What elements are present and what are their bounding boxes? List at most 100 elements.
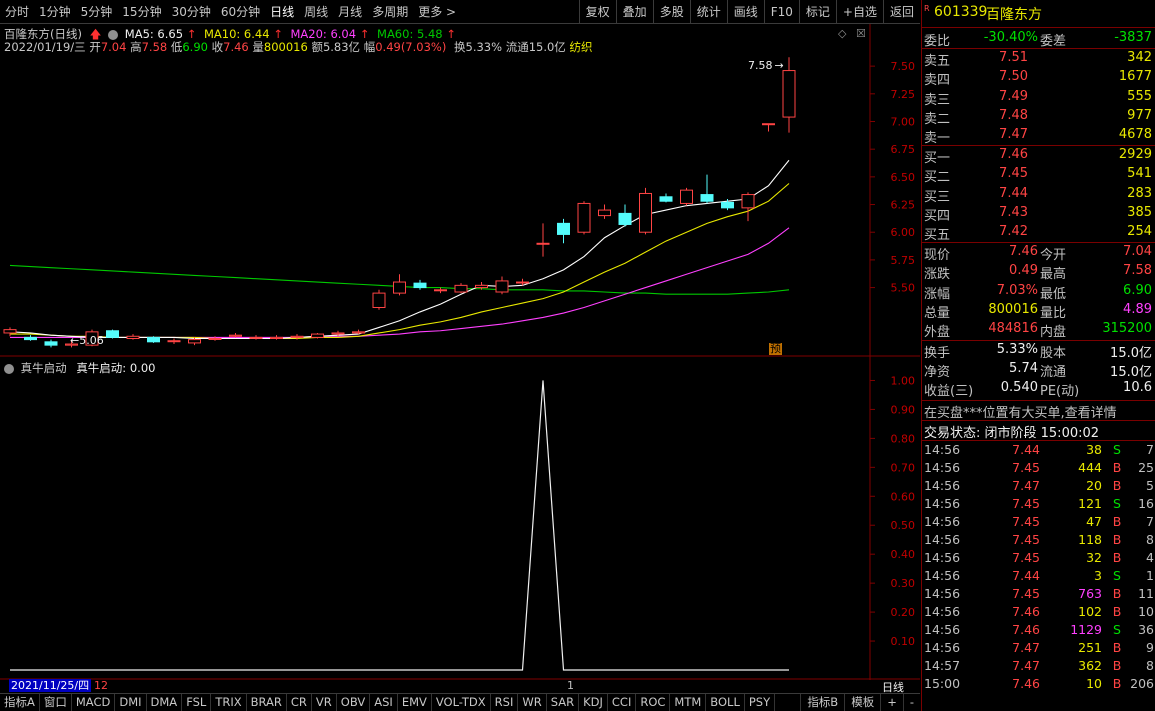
indicator-tab[interactable]: DMI — [115, 694, 147, 711]
tick-side: B — [1112, 586, 1122, 601]
candle-body — [249, 336, 263, 339]
period-tab[interactable]: 30分钟 — [167, 3, 216, 20]
bid-label: 买二 — [924, 170, 951, 186]
quote-label: 量比 — [1040, 305, 1067, 321]
chart-collapse-icon[interactable]: ◇ — [838, 27, 846, 40]
yu-badge[interactable]: 预 — [769, 343, 782, 355]
fund-label: 收益(三) — [924, 384, 974, 399]
candle — [659, 193, 673, 203]
period-tab[interactable]: 5分钟 — [76, 3, 118, 20]
toolbar-button[interactable]: +自选 — [835, 0, 883, 24]
indicator-tab[interactable]: ASI — [370, 694, 398, 711]
toolbar-button[interactable]: 画线 — [726, 0, 764, 24]
toolbar-button[interactable]: 统计 — [689, 0, 727, 24]
tick-volume: 444 — [1078, 460, 1102, 475]
bid-label: 买三 — [924, 189, 951, 205]
price-tick-label: 6.75 — [891, 143, 916, 156]
quote-label: 外盘 — [924, 325, 951, 341]
indicator-tab-right[interactable]: - — [902, 694, 920, 711]
ask-row[interactable]: 卖四 7.50 1677 — [922, 69, 1155, 88]
candle-body — [434, 289, 447, 292]
stock-name: 百隆东方 — [986, 7, 1042, 23]
notice-text[interactable]: 在买盘***位置有大买单,查看详情 — [924, 402, 1117, 421]
indicator-tab[interactable]: CCI — [608, 694, 637, 711]
indicator-tab[interactable]: TRIX — [211, 694, 247, 711]
toolbar-button[interactable]: 多股 — [652, 0, 690, 24]
quote-value: 315200 — [1102, 321, 1152, 337]
period-tab[interactable]: 1分钟 — [34, 3, 76, 20]
tick-side: B — [1112, 640, 1122, 655]
indicator-tab[interactable]: ROC — [636, 694, 671, 711]
indicator-tab[interactable]: BOLL — [706, 694, 745, 711]
period-tab[interactable]: 周线 — [299, 3, 333, 20]
indicator-tab[interactable]: RSI — [491, 694, 519, 711]
tick-count: 5 — [1146, 478, 1154, 493]
indicator-tab[interactable]: KDJ — [579, 694, 608, 711]
tick-count: 10 — [1138, 604, 1154, 619]
indicator-tab-right[interactable]: 指标B — [800, 694, 844, 711]
candle-body — [393, 281, 406, 294]
indicator-tab[interactable]: SAR — [547, 694, 580, 711]
ask-price: 7.51 — [999, 50, 1028, 65]
toolbar-button[interactable]: 标记 — [798, 0, 836, 24]
indicator-tab[interactable]: MTM — [670, 694, 707, 711]
candle-body — [659, 196, 673, 202]
ask-label: 卖三 — [924, 92, 951, 108]
tick-time: 14:56 — [924, 604, 961, 619]
bid-row[interactable]: 买二 7.45 541 — [922, 166, 1155, 185]
indicator-tab[interactable]: 窗口 — [40, 694, 72, 711]
toolbar-button[interactable]: 复权 — [578, 0, 616, 24]
tick-price: 7.46 — [1012, 676, 1040, 691]
big-order-notice[interactable]: 在买盘***位置有大买单,查看详情 — [922, 402, 1155, 421]
toolbar-button[interactable]: 叠加 — [615, 0, 653, 24]
period-tab[interactable]: 月线 — [333, 3, 367, 20]
bid-row[interactable]: 买一 7.46 2929 — [922, 147, 1155, 166]
indicator-tab[interactable]: VOL-TDX — [432, 694, 491, 711]
candle-body — [24, 336, 37, 341]
period-tab[interactable]: 60分钟 — [216, 3, 265, 20]
indicator-tab[interactable]: OBV — [337, 694, 371, 711]
period-tab[interactable]: 多周期 — [367, 3, 413, 20]
kline-chart[interactable]: 7.50 7.25 7.00 6.75 6.50 6.25 6.00 5.75 5.50 1.0… — [0, 24, 920, 680]
chart-close-icon[interactable]: ☒ — [856, 27, 866, 40]
indicator-tab[interactable]: EMV — [398, 694, 432, 711]
tick-row: 14:56 7.44 38 S 7 — [922, 442, 1155, 460]
period-tab[interactable]: 更多 > — [413, 3, 461, 20]
bid-row[interactable]: 买四 7.43 385 — [922, 205, 1155, 224]
bid-row[interactable]: 买五 7.42 254 — [922, 224, 1155, 243]
indicator-tab[interactable]: FSL — [182, 694, 212, 711]
indicator-tab[interactable]: CR — [287, 694, 312, 711]
indicator-tab-right[interactable]: 模板 — [844, 694, 880, 711]
period-tab[interactable]: 15分钟 — [117, 3, 166, 20]
ask-row[interactable]: 卖五 7.51 342 — [922, 50, 1155, 69]
indicator-tab[interactable]: VR — [312, 694, 337, 711]
tick-price: 7.44 — [1012, 568, 1040, 583]
period-tab[interactable]: 分时 — [0, 3, 34, 20]
period-tab[interactable]: 日线 — [265, 3, 299, 20]
stock-header: R 601339 百隆东方 — [922, 4, 1155, 26]
indicator-tab[interactable]: WR — [518, 694, 547, 711]
indicator-tab[interactable]: MACD — [72, 694, 116, 711]
indicator-tab[interactable]: BRAR — [247, 694, 287, 711]
tick-side: S — [1113, 496, 1121, 511]
divider — [922, 48, 1155, 49]
bid-row[interactable]: 买三 7.44 283 — [922, 186, 1155, 205]
fund-label: 净资 — [924, 365, 951, 380]
settings-circle-icon[interactable] — [108, 29, 119, 40]
quote-value: 484816 — [988, 321, 1038, 337]
settings-circle-icon[interactable] — [4, 363, 14, 374]
amount-value: 额5.83亿 — [311, 40, 361, 54]
bid-price: 7.44 — [999, 185, 1028, 201]
indicator-tab[interactable]: DMA — [147, 694, 183, 711]
tick-price: 7.45 — [1012, 550, 1040, 565]
ask-row[interactable]: 卖二 7.48 977 — [922, 108, 1155, 127]
toolbar-button[interactable]: 返回 — [882, 0, 920, 24]
fund-row: 收益(三) 0.540 PE(动) 10.6 — [922, 380, 1155, 399]
indicator-tab[interactable]: 指标A — [0, 694, 40, 711]
toolbar-button[interactable]: F10 — [763, 0, 799, 24]
tick-count: 206 — [1130, 676, 1154, 691]
indicator-tab-right[interactable]: + — [880, 694, 903, 711]
ask-row[interactable]: 卖一 7.47 4678 — [922, 127, 1155, 146]
ask-row[interactable]: 卖三 7.49 555 — [922, 89, 1155, 108]
indicator-tab[interactable]: PSY — [745, 694, 776, 711]
